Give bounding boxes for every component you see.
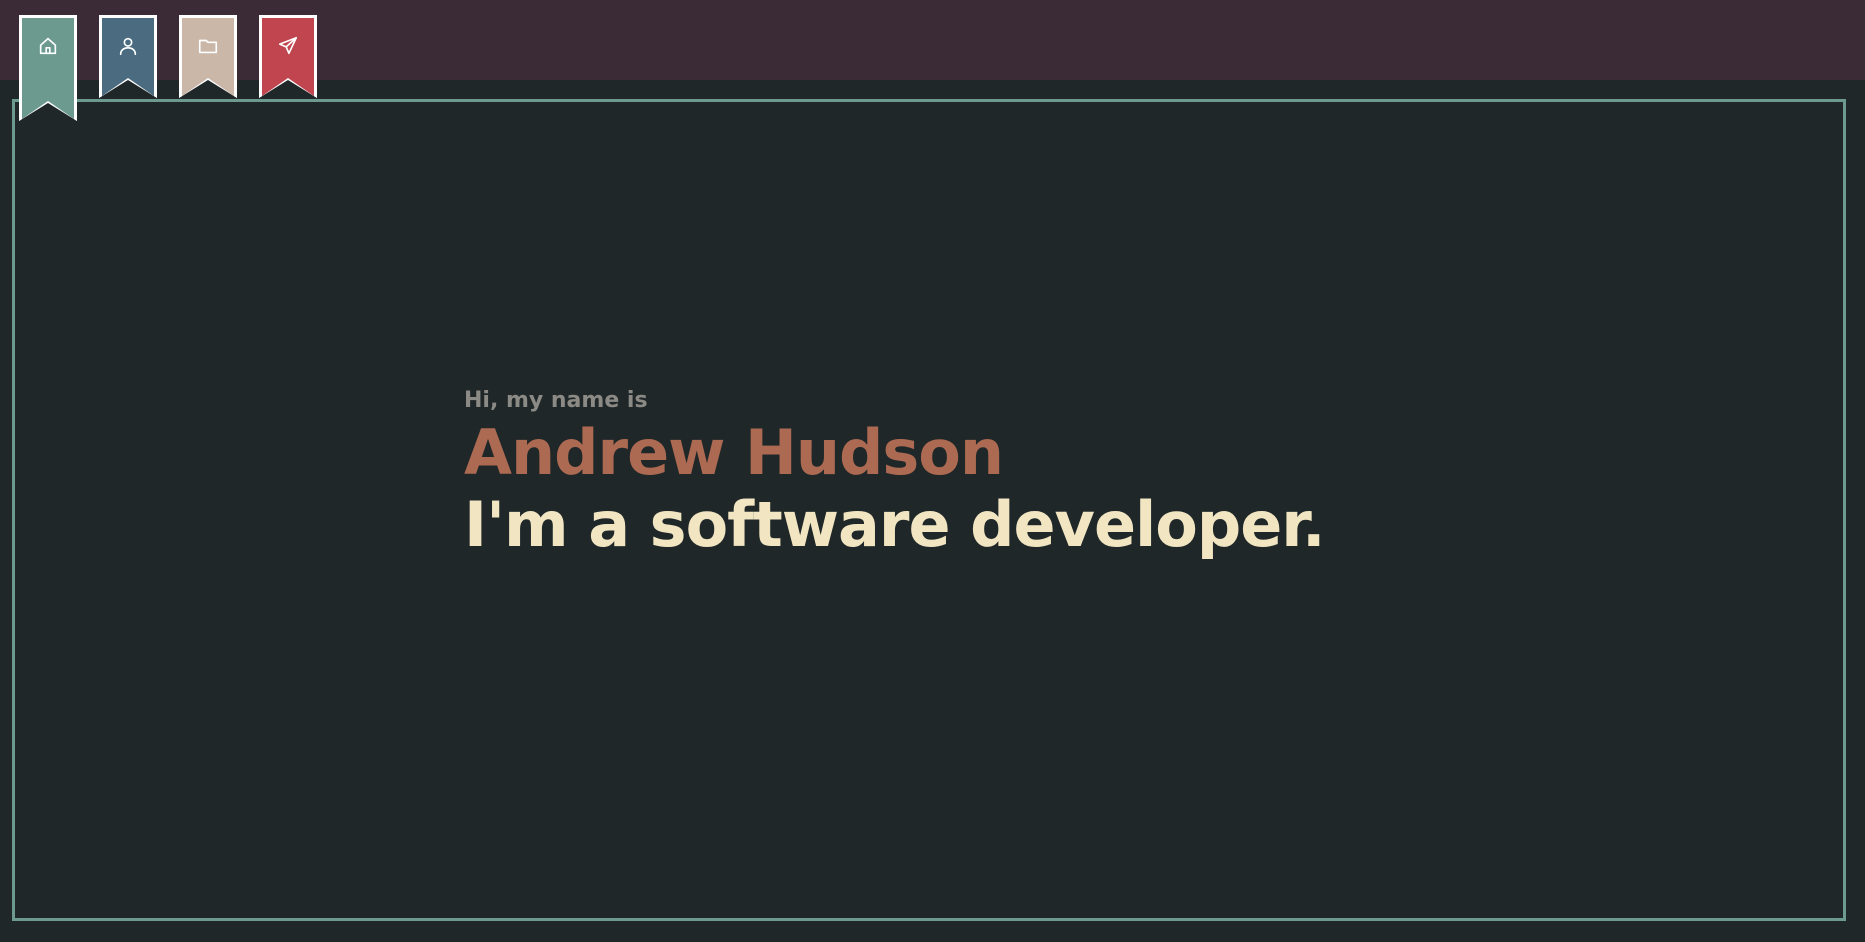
- folder-icon: [197, 35, 219, 57]
- tab-fill: [102, 18, 154, 98]
- nav-tab-contact[interactable]: [259, 15, 317, 98]
- hero-role: I'm a software developer.: [464, 488, 1326, 561]
- user-icon: [117, 35, 139, 57]
- home-icon: [37, 35, 59, 57]
- nav-tab-projects[interactable]: [179, 15, 237, 98]
- hero-greeting: Hi, my name is: [464, 388, 648, 413]
- hero-name: Andrew Hudson: [464, 416, 1004, 489]
- nav-tab-about[interactable]: [99, 15, 157, 98]
- hero-section: Hi, my name is Andrew Hudson I'm a softw…: [464, 386, 1326, 561]
- tab-fill: [182, 18, 234, 98]
- send-icon: [277, 35, 299, 57]
- tab-fill: [262, 18, 314, 98]
